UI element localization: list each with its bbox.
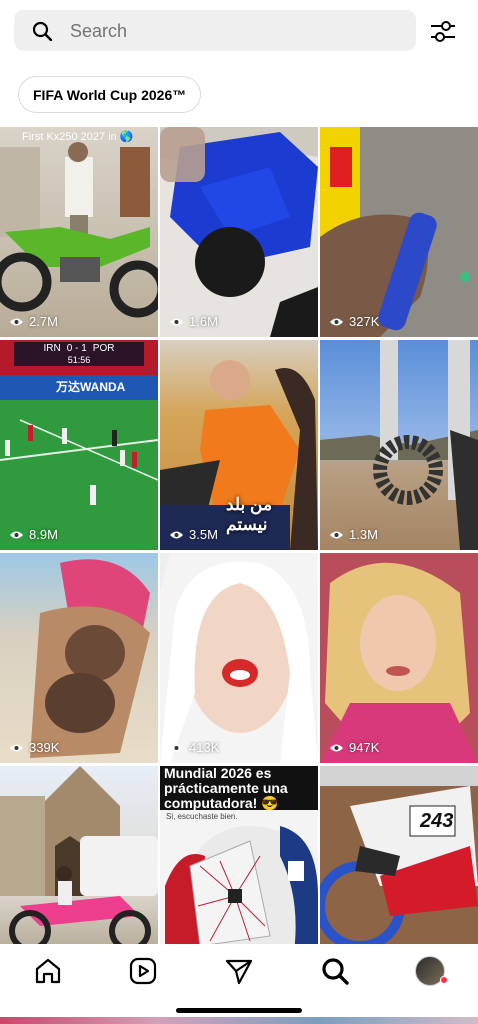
view-count: 8.9M <box>9 527 58 542</box>
explore-tile[interactable]: 243 <box>320 766 478 944</box>
explore-tile[interactable]: 413K <box>160 553 318 763</box>
tile-caption: First Kx250 2027 in 🌎 <box>22 131 134 143</box>
portrait-image <box>160 553 318 763</box>
explore-tile[interactable]: من بلد نيستم 3.5M <box>160 340 318 550</box>
home-icon[interactable] <box>33 956 63 986</box>
blue-bike-image <box>160 127 318 337</box>
topic-chip-fifa-world-cup[interactable]: FIFA World Cup 2026™ <box>18 76 202 113</box>
view-count: 339K <box>9 740 59 755</box>
explore-tile[interactable]: 1.6M <box>160 127 318 337</box>
bike-number: 243 <box>420 810 454 832</box>
scoreboard: IRN 0 - 1 POR 51:56 <box>14 342 144 366</box>
explore-tile[interactable]: 339K <box>0 553 158 763</box>
explore-tile[interactable]: 327K <box>320 127 478 337</box>
search-icon[interactable] <box>320 956 350 986</box>
view-count: 413K <box>169 740 219 755</box>
explore-tile[interactable]: IRN 0 - 1 POR 51:56 万达WANDA 8.9M <box>0 340 158 550</box>
eye-icon <box>10 744 23 751</box>
view-count: 327K <box>329 314 379 329</box>
eye-icon <box>330 744 343 751</box>
home-team: IRN <box>43 342 61 354</box>
race-bike-image <box>320 766 478 944</box>
explore-tile[interactable]: Mundial 2026 es prácticamente una comput… <box>160 766 318 944</box>
fork-hand-image <box>320 127 478 337</box>
top-bar: Search <box>0 0 478 62</box>
notification-dot <box>440 976 448 984</box>
eye-icon <box>170 531 183 538</box>
eye-icon <box>330 531 343 538</box>
filter-sliders-icon[interactable] <box>428 16 458 46</box>
view-count: 947K <box>329 740 379 755</box>
eye-icon <box>10 318 23 325</box>
explore-tile[interactable] <box>0 766 158 944</box>
eye-icon <box>10 531 23 538</box>
view-count: 1.3M <box>329 527 378 542</box>
explore-tile[interactable]: 947K <box>320 553 478 763</box>
tile-caption: من بلد نيستم <box>226 495 273 534</box>
eye-icon <box>170 318 183 325</box>
explore-grid: First Kx250 2027 in 🌎 2.7M 1.6M 327K IRN… <box>0 127 478 944</box>
search-input[interactable]: Search <box>14 10 416 51</box>
search-icon <box>32 21 52 41</box>
reels-icon[interactable] <box>128 956 158 986</box>
search-placeholder: Search <box>70 21 128 41</box>
eye-icon <box>330 318 343 325</box>
church-bike-image <box>0 766 158 944</box>
dirt-bike-image <box>0 142 158 318</box>
view-count: 2.7M <box>9 314 58 329</box>
score: 0 - 1 <box>66 342 87 354</box>
view-count: 1.6M <box>169 314 218 329</box>
explore-tile[interactable]: 1.3M <box>320 340 478 550</box>
blonde-portrait-image <box>320 553 478 763</box>
away-team: POR <box>92 342 115 354</box>
match-time: 51:56 <box>67 355 91 366</box>
dirt-track-image <box>320 340 478 550</box>
next-row-peek <box>0 1017 478 1024</box>
tattoo-arm-image <box>30 559 150 758</box>
home-indicator <box>176 1008 302 1013</box>
view-count: 3.5M <box>169 527 218 542</box>
bottom-nav <box>0 944 478 1024</box>
stadium-ad: 万达WANDA <box>56 380 126 394</box>
smart-ball-image <box>165 826 318 944</box>
direct-send-icon[interactable] <box>224 956 254 986</box>
football-match-image <box>0 340 158 550</box>
eye-icon <box>170 744 183 751</box>
explore-tile[interactable]: First Kx250 2027 in 🌎 2.7M <box>0 127 158 337</box>
